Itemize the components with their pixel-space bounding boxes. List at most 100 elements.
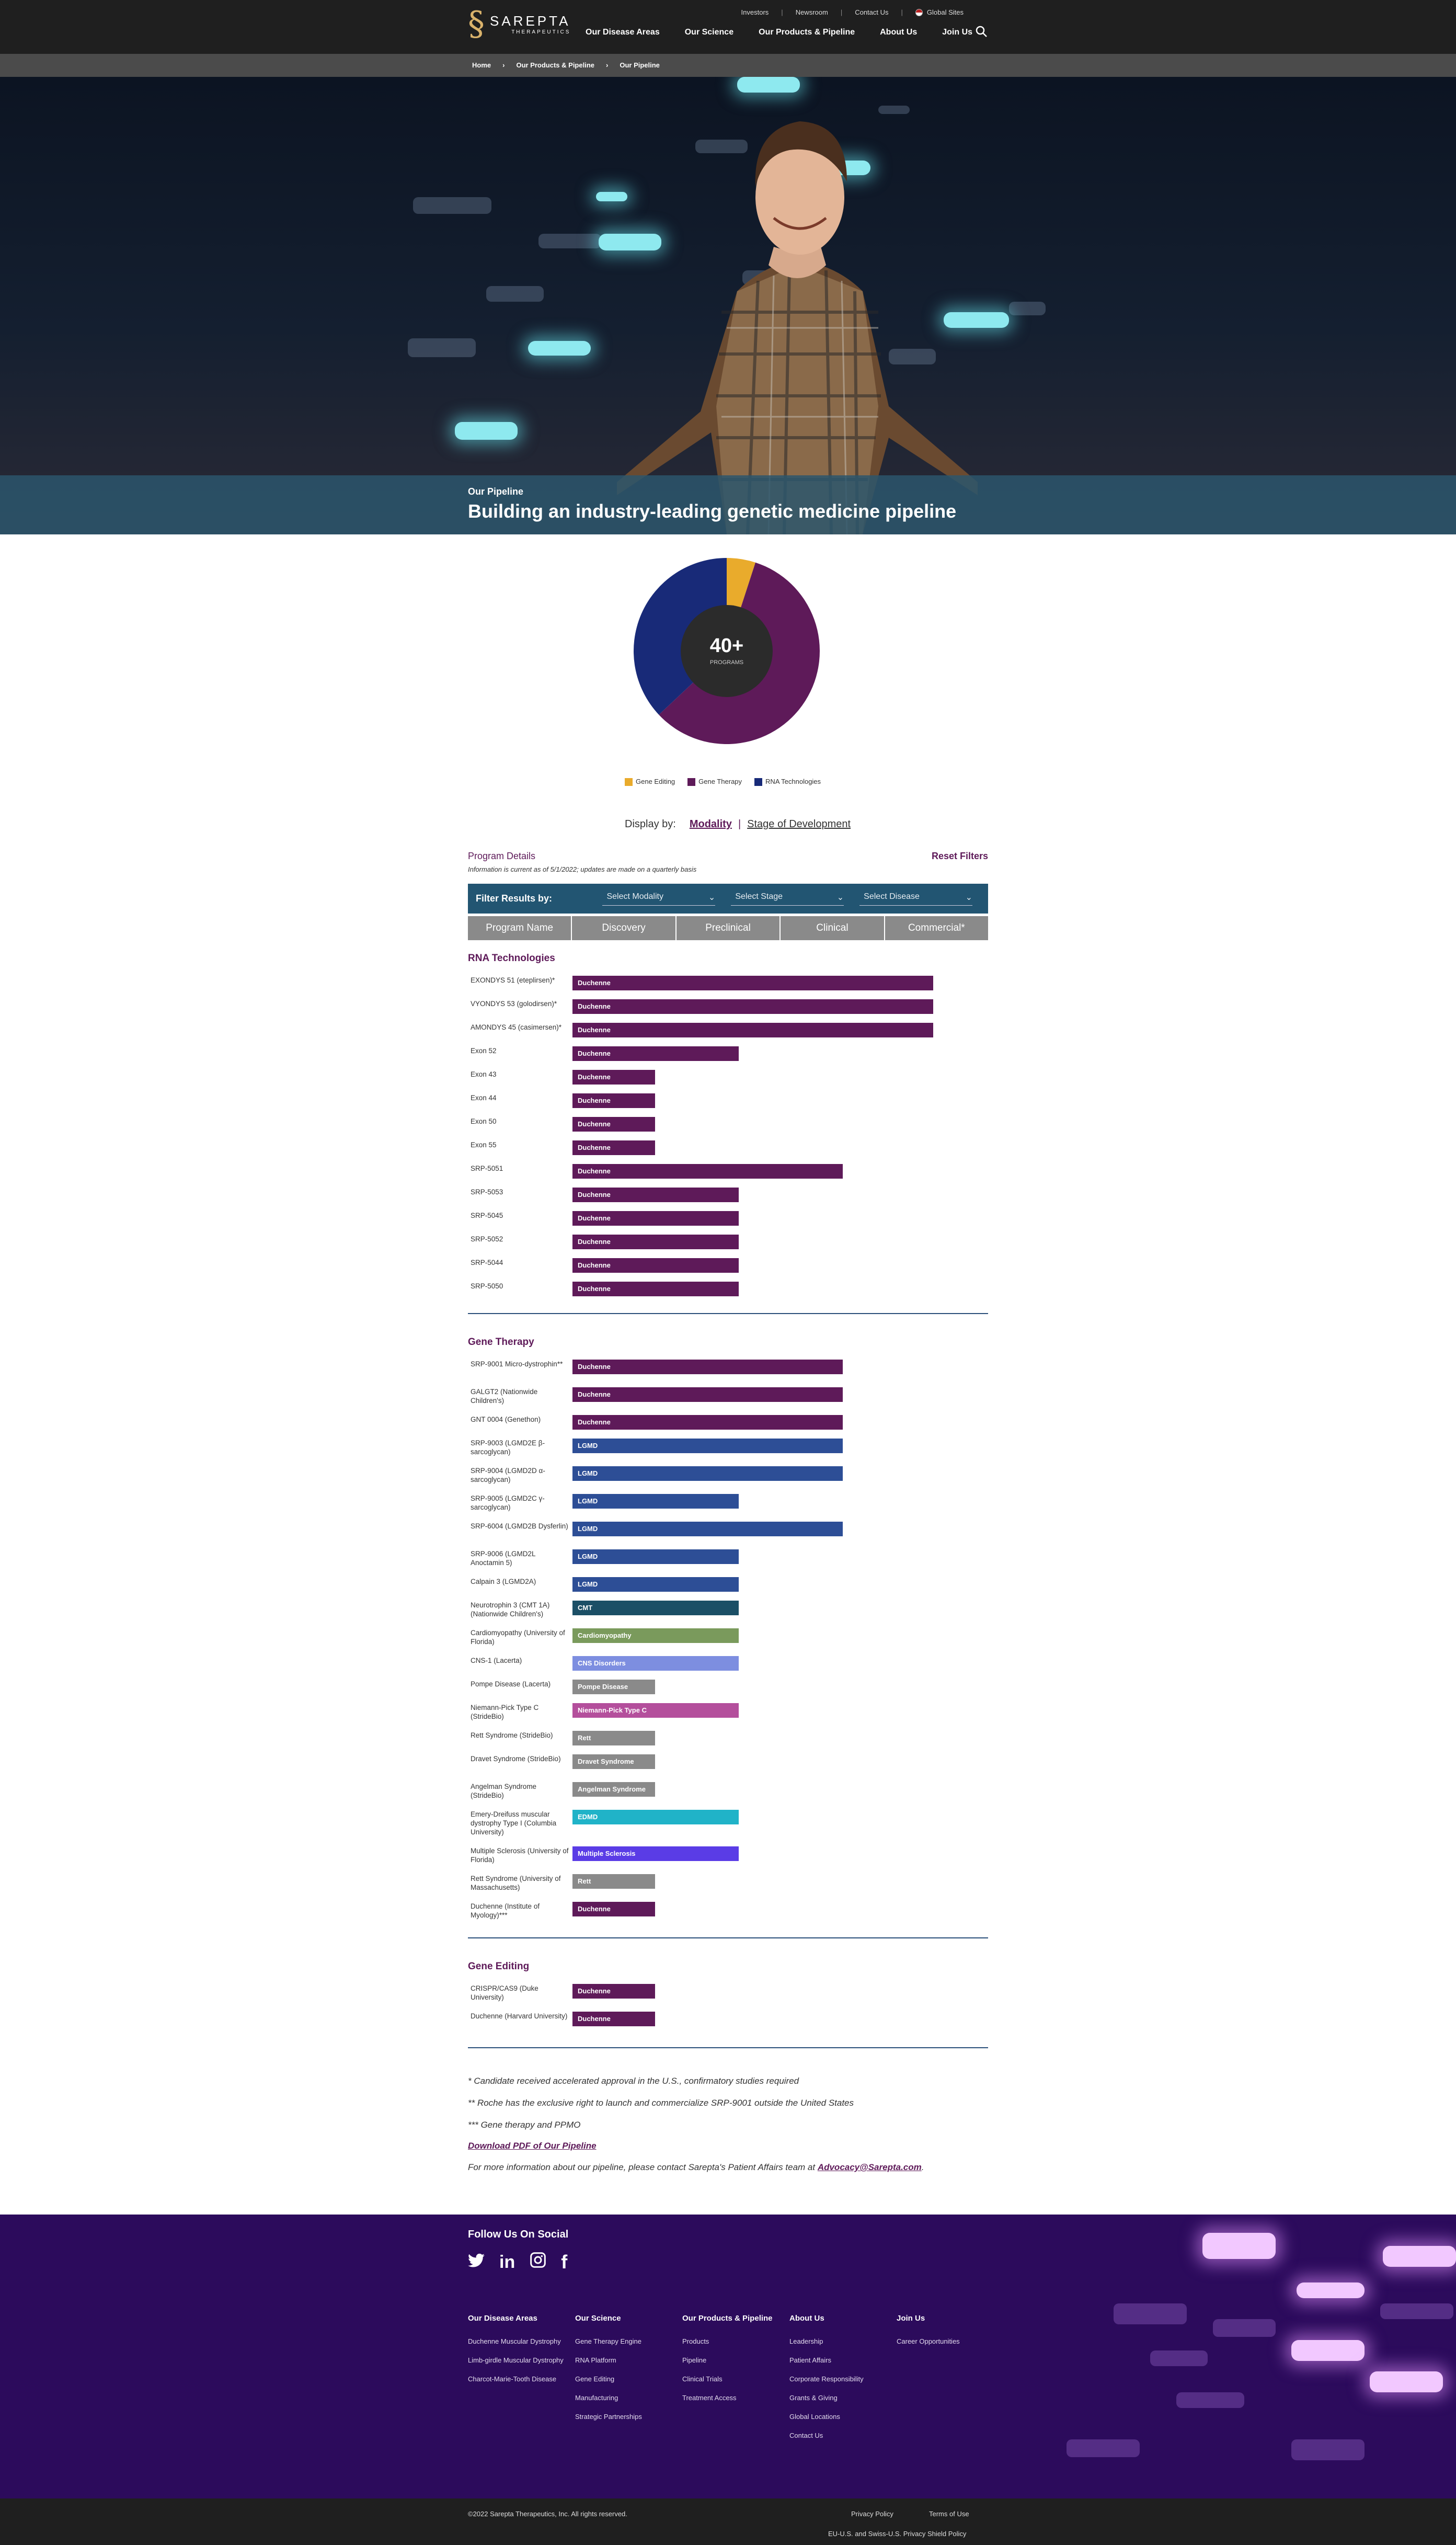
breadcrumb-current: Our Pipeline — [620, 61, 660, 69]
footer-link[interactable]: Contact Us — [789, 2432, 889, 2440]
footer-bottom-bar: ©2022 Sarepta Therapeutics, Inc. All rig… — [0, 2498, 1456, 2545]
chevron-down-icon: ⌄ — [965, 893, 973, 902]
search-icon[interactable] — [975, 25, 988, 41]
footer-link[interactable]: Strategic Partnerships — [575, 2413, 674, 2421]
footer-link[interactable]: Global Locations — [789, 2413, 889, 2421]
footer-link[interactable]: Clinical Trials — [682, 2375, 782, 2383]
advocacy-email-link[interactable]: Advocacy@Sarepta.com — [818, 2162, 922, 2172]
footer-link[interactable]: Limb-girdle Muscular Dystrophy — [468, 2356, 567, 2365]
footer-link[interactable]: Charcot-Marie-Tooth Disease — [468, 2375, 567, 2383]
stage-bar: Duchenne — [572, 2012, 655, 2026]
hero-person-image — [617, 121, 978, 534]
utility-global-sites[interactable]: Global Sites — [927, 8, 964, 16]
stage-bar: Duchenne — [572, 1070, 655, 1085]
program-name: Neurotrophin 3 (CMT 1A) (Nationwide Chil… — [471, 1601, 550, 1618]
breadcrumb-home[interactable]: Home — [472, 61, 491, 69]
download-pdf-link[interactable]: Download PDF of Our Pipeline — [468, 2141, 597, 2151]
program-name: Exon 43 — [471, 1070, 497, 1078]
stage-bar: Duchenne — [572, 1387, 843, 1402]
instagram-icon[interactable] — [530, 2252, 546, 2273]
program-name: Dravet Syndrome (StrideBio) — [471, 1755, 561, 1763]
utility-contact[interactable]: Contact Us — [855, 8, 888, 16]
stage-bar: Duchenne — [572, 1093, 655, 1108]
footer-column: Our Products & Pipeline Products Pipeline C… — [682, 2314, 782, 2413]
footer-link[interactable]: Manufacturing — [575, 2394, 674, 2402]
reset-filters-link[interactable]: Reset Filters — [932, 851, 988, 862]
program-name: EXONDYS 51 (eteplirsen)* — [471, 976, 555, 984]
footer-column: About Us Leadership Patient Affairs Corpora… — [789, 2314, 889, 2450]
section-title: Gene Therapy — [468, 1337, 534, 1348]
footer-column: Join Us Career Opportunities — [897, 2314, 996, 2356]
footnote-3: *** Gene therapy and PPMO — [468, 2120, 581, 2130]
nav-disease-areas[interactable]: Our Disease Areas — [586, 28, 660, 37]
footer-link[interactable]: Gene Therapy Engine — [575, 2337, 674, 2346]
footer-link[interactable]: Corporate Responsibility — [789, 2375, 889, 2383]
social-links: in f — [468, 2251, 567, 2273]
footer-link[interactable]: RNA Platform — [575, 2356, 674, 2365]
breadcrumb-products[interactable]: Our Products & Pipeline — [516, 61, 594, 69]
footer-link[interactable]: Career Opportunities — [897, 2337, 996, 2346]
select-modality[interactable]: Select Modality ⌄ — [602, 892, 716, 906]
section-divider — [468, 2047, 988, 2048]
program-name: SRP-5051 — [471, 1165, 503, 1172]
footer-link[interactable]: Treatment Access — [682, 2394, 782, 2402]
stage-bar: LGMD — [572, 1439, 843, 1453]
program-name: Angelman Syndrome (StrideBio) — [471, 1783, 537, 1799]
nav-join-us[interactable]: Join Us — [942, 28, 972, 37]
program-name: SRP-5050 — [471, 1282, 503, 1290]
footer-link[interactable]: Products — [682, 2337, 782, 2346]
stage-bar: Duchenne — [572, 1140, 655, 1155]
sarepta-logo[interactable]: § SAREPTA THERAPEUTICS — [468, 7, 570, 41]
display-by-stage[interactable]: Stage of Development — [747, 818, 851, 830]
select-stage[interactable]: Select Stage ⌄ — [731, 892, 844, 906]
chevron-down-icon: ⌄ — [836, 893, 844, 902]
chevron-down-icon: ⌄ — [708, 893, 716, 902]
col-preclinical: Preclinical — [676, 916, 781, 940]
footer-link[interactable]: Pipeline — [682, 2356, 782, 2365]
stage-bar: EDMD — [572, 1810, 739, 1824]
stage-bar: Multiple Sclerosis — [572, 1846, 739, 1861]
linkedin-icon[interactable]: in — [499, 2252, 515, 2273]
stage-bar: Niemann-Pick Type C — [572, 1703, 739, 1718]
utility-newsroom[interactable]: Newsroom — [796, 8, 828, 16]
stage-bar: CMT — [572, 1601, 739, 1615]
footer-link[interactable]: Grants & Giving — [789, 2394, 889, 2402]
section-divider — [468, 1937, 988, 1938]
col-clinical: Clinical — [781, 916, 885, 940]
program-name: SRP-9006 (LGMD2L Anoctamin 5) — [471, 1550, 536, 1567]
twitter-icon[interactable] — [468, 2252, 485, 2273]
stage-bar: Angelman Syndrome — [572, 1782, 655, 1797]
follow-us-title: Follow Us On Social — [468, 2229, 569, 2240]
display-by-label: Display by: — [625, 818, 676, 830]
pipeline-column-headers: Program Name Discovery Preclinical Clini… — [468, 916, 989, 940]
chevron-right-icon: › — [606, 61, 609, 69]
privacy-policy-link[interactable]: Privacy Policy — [851, 2510, 893, 2518]
footer-link[interactable]: Duchenne Muscular Dystrophy — [468, 2337, 567, 2346]
utility-investors[interactable]: Investors — [741, 8, 769, 16]
program-name: Rett Syndrome (University of Massachuset… — [471, 1875, 561, 1891]
program-name: Exon 44 — [471, 1094, 497, 1102]
nav-about-us[interactable]: About Us — [880, 28, 917, 37]
program-name: Calpain 3 (LGMD2A) — [471, 1578, 536, 1585]
program-name: Duchenne (Harvard University) — [471, 2012, 568, 2020]
pie-legend: Gene Editing Gene Therapy RNA Technologi… — [625, 778, 821, 786]
stage-bar: LGMD — [572, 1466, 843, 1481]
footer-link[interactable]: Gene Editing — [575, 2375, 674, 2383]
stage-bar: Duchenne — [572, 1117, 655, 1132]
footer-link[interactable]: Patient Affairs — [789, 2356, 889, 2365]
stage-bar: LGMD — [572, 1549, 739, 1564]
program-name: Duchenne (Institute of Myology)*** — [471, 1902, 540, 1919]
breadcrumb: Home › Our Products & Pipeline › Our Pip… — [0, 54, 1456, 77]
display-by-modality[interactable]: Modality — [690, 818, 732, 830]
program-name: SRP-6004 (LGMD2B Dysferlin) — [471, 1522, 568, 1530]
program-name: Exon 52 — [471, 1047, 497, 1055]
terms-of-use-link[interactable]: Terms of Use — [929, 2510, 969, 2518]
nav-our-science[interactable]: Our Science — [685, 28, 733, 37]
stage-bar: Pompe Disease — [572, 1680, 655, 1694]
select-disease[interactable]: Select Disease ⌄ — [859, 892, 973, 906]
footer-link[interactable]: Leadership — [789, 2337, 889, 2346]
nav-products-pipeline[interactable]: Our Products & Pipeline — [759, 28, 855, 37]
stage-bar: Duchenne — [572, 1188, 739, 1202]
facebook-icon[interactable]: f — [561, 2251, 567, 2273]
privacy-shield-link[interactable]: EU-U.S. and Swiss-U.S. Privacy Shield Po… — [828, 2530, 966, 2538]
